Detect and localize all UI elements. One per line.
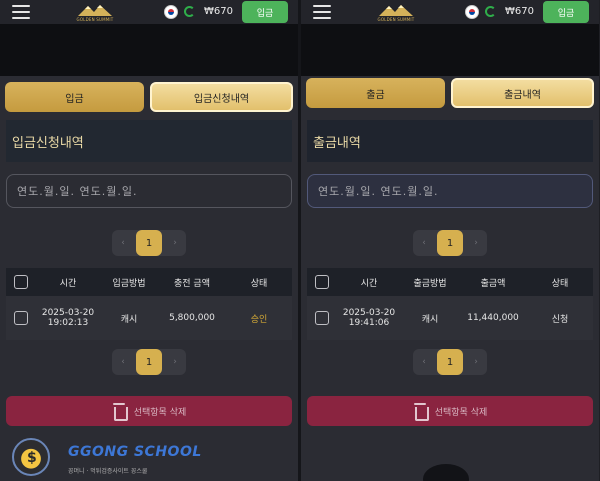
row-checkbox[interactable] — [315, 311, 329, 325]
logo[interactable]: GOLDEN SUMMIT — [74, 2, 116, 22]
trash-icon — [413, 403, 429, 421]
menu-icon[interactable] — [12, 5, 30, 19]
korea-flag-icon[interactable] — [465, 5, 479, 19]
prev-page-icon[interactable]: ‹ — [118, 357, 128, 367]
status-badge: 신청 — [551, 314, 569, 325]
col-method: 출금방법 — [413, 278, 447, 289]
pagination-top: ‹ 1 › — [301, 229, 599, 257]
col-time: 시간 — [59, 278, 77, 289]
pagination-top: ‹ 1 › — [0, 229, 298, 257]
table-header: 시간 입금방법 충전 금액 상태 — [6, 268, 292, 296]
korea-flag-icon[interactable] — [164, 5, 178, 19]
tab-deposit[interactable]: 입금 — [5, 82, 144, 112]
row-amount: 5,800,000 — [169, 313, 215, 323]
select-all-checkbox[interactable] — [14, 275, 28, 289]
delete-selected-button[interactable]: 선택항목 삭제 — [6, 396, 292, 426]
next-page-icon[interactable]: › — [471, 238, 481, 248]
banner-area — [0, 24, 298, 76]
deposit-button[interactable]: 입금 — [242, 1, 288, 23]
page-button[interactable]: 1 — [437, 349, 463, 375]
status-badge: 승인 — [250, 314, 268, 325]
logo[interactable]: GOLDEN SUMMIT — [375, 2, 417, 22]
row-time: 2025-03-20 19:41:06 — [337, 308, 401, 328]
page-title: 출금내역 — [307, 120, 593, 162]
mountain-logo-icon — [379, 5, 413, 16]
date-range-input[interactable]: 연도.월.일. 연도.월.일. — [307, 174, 593, 208]
app-screens: GOLDEN SUMMIT ₩670 입금 입금 입금신청내역 입금신청내역 연… — [0, 0, 600, 481]
select-all-checkbox[interactable] — [315, 275, 329, 289]
row-method: 캐시 — [421, 314, 439, 325]
tab-withdraw[interactable]: 출금 — [306, 78, 445, 108]
pagination-bottom: ‹ 1 › — [301, 348, 599, 376]
prev-page-icon[interactable]: ‹ — [118, 238, 128, 248]
trash-icon — [112, 403, 128, 421]
col-time: 시간 — [360, 278, 378, 289]
delete-label: 선택항목 삭제 — [434, 407, 488, 418]
next-page-icon[interactable]: › — [170, 357, 180, 367]
pagination-bottom: ‹ 1 › — [0, 348, 298, 376]
page-button[interactable]: 1 — [136, 349, 162, 375]
page-title: 입금신청내역 — [6, 120, 292, 162]
logo-text: GOLDEN SUMMIT — [76, 17, 114, 22]
mountain-logo-icon — [78, 5, 112, 16]
page-button[interactable]: 1 — [136, 230, 162, 256]
row-checkbox[interactable] — [14, 311, 28, 325]
deposit-history-screen: GOLDEN SUMMIT ₩670 입금 입금 입금신청내역 입금신청내역 연… — [0, 0, 298, 481]
top-bar: GOLDEN SUMMIT ₩670 입금 — [301, 0, 599, 24]
row-date: 2025-03-20 — [342, 308, 396, 318]
tab-deposit-history[interactable]: 입금신청내역 — [150, 82, 293, 112]
coin-logo-icon: $ — [12, 438, 50, 476]
top-bar: GOLDEN SUMMIT ₩670 입금 — [0, 0, 298, 24]
withdraw-history-screen: GOLDEN SUMMIT ₩670 입금 출금 출금내역 출금내역 연도.월.… — [301, 0, 599, 481]
date-range-input[interactable]: 연도.월.일. 연도.월.일. — [6, 174, 292, 208]
page-button[interactable]: 1 — [437, 230, 463, 256]
prev-page-icon[interactable]: ‹ — [419, 357, 429, 367]
col-status: 상태 — [551, 278, 569, 289]
balance: ₩670 — [204, 6, 233, 17]
row-clock: 19:41:06 — [348, 318, 390, 328]
refresh-icon[interactable] — [485, 6, 496, 17]
row-amount: 11,440,000 — [467, 313, 519, 323]
balance: ₩670 — [505, 6, 534, 17]
col-status: 상태 — [250, 278, 268, 289]
watermark-subtitle: 꽁머니 · 먹튀검증사이트 꽁스쿨 — [68, 468, 148, 475]
table-header: 시간 출금방법 출금액 상태 — [307, 268, 593, 296]
row-time: 2025-03-20 19:02:13 — [36, 308, 100, 328]
row-date: 2025-03-20 — [41, 308, 95, 318]
col-method: 입금방법 — [112, 278, 146, 289]
prev-page-icon[interactable]: ‹ — [419, 238, 429, 248]
table-row: 2025-03-20 19:02:13 캐시 5,800,000 승인 — [6, 296, 292, 340]
row-clock: 19:02:13 — [47, 318, 89, 328]
tabs: 출금 출금내역 — [306, 78, 594, 108]
tabs: 입금 입금신청내역 — [5, 82, 293, 112]
banner-area — [301, 24, 599, 76]
deposit-button[interactable]: 입금 — [543, 1, 589, 23]
next-page-icon[interactable]: › — [471, 357, 481, 367]
logo-text: GOLDEN SUMMIT — [377, 17, 415, 22]
tab-withdraw-history[interactable]: 출금내역 — [451, 78, 594, 108]
watermark: $ GGONG SCHOOL 꽁머니 · 먹튀검증사이트 꽁스쿨 — [10, 436, 210, 480]
col-amount: 출금액 — [480, 278, 506, 289]
menu-icon[interactable] — [313, 5, 331, 19]
table-row: 2025-03-20 19:41:06 캐시 11,440,000 신청 — [307, 296, 593, 340]
delete-label: 선택항목 삭제 — [133, 407, 187, 418]
floating-button[interactable] — [423, 464, 469, 481]
refresh-icon[interactable] — [184, 6, 195, 17]
next-page-icon[interactable]: › — [170, 238, 180, 248]
row-method: 캐시 — [120, 314, 138, 325]
delete-selected-button[interactable]: 선택항목 삭제 — [307, 396, 593, 426]
col-amount: 충전 금액 — [174, 278, 210, 289]
watermark-title: GGONG SCHOOL — [68, 444, 202, 460]
